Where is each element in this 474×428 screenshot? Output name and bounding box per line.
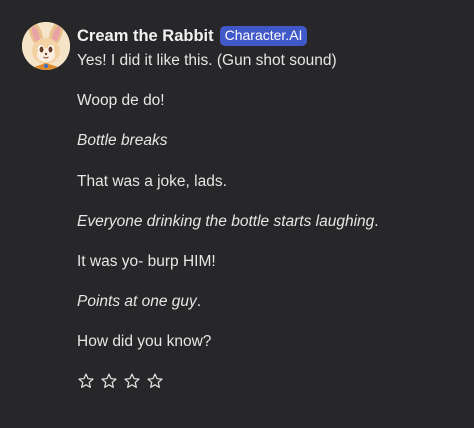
dialogue-text: . [196,293,202,311]
action-text: Everyone drinking the bottle starts laug… [77,212,375,230]
character-avatar[interactable] [22,22,70,70]
message-paragraph: That was a joke, lads. [77,172,467,192]
message-paragraph: How did you know? [77,332,467,352]
message-header: Cream the Rabbit Character.AI [77,26,308,46]
message-paragraph: Points at one guy. [77,292,467,312]
dialogue-text: Yes! I did it like this. (Gun shot sound… [77,52,337,69]
message-paragraph: Yes! I did it like this. (Gun shot sound… [77,51,467,71]
rating-stars [77,372,164,390]
dialogue-text: How did you know? [77,333,212,351]
action-text: Points at one guy [77,293,197,311]
cream-rabbit-avatar-icon [22,22,70,70]
star-outline-icon[interactable] [146,372,164,390]
star-outline-icon[interactable] [123,372,141,390]
action-text: Bottle breaks [77,132,168,150]
message-paragraph: Everyone drinking the bottle starts laug… [77,212,467,232]
dialogue-text: That was a joke, lads. [77,172,227,190]
character-name[interactable]: Cream the Rabbit [77,27,214,46]
character-ai-badge: Character.AI [219,26,308,46]
message-paragraph: Woop de do! [77,91,467,111]
message-body: Yes! I did it like this. (Gun shot sound… [77,51,467,373]
message-paragraph: Bottle breaks [77,131,467,151]
dialogue-text: It was yo- burp HIM! [77,252,216,270]
dialogue-text: Woop de do! [77,92,165,110]
star-outline-icon[interactable] [77,372,95,390]
dialogue-text: . [374,212,379,230]
message-paragraph: It was yo- burp HIM! [77,252,467,272]
star-outline-icon[interactable] [100,372,118,390]
